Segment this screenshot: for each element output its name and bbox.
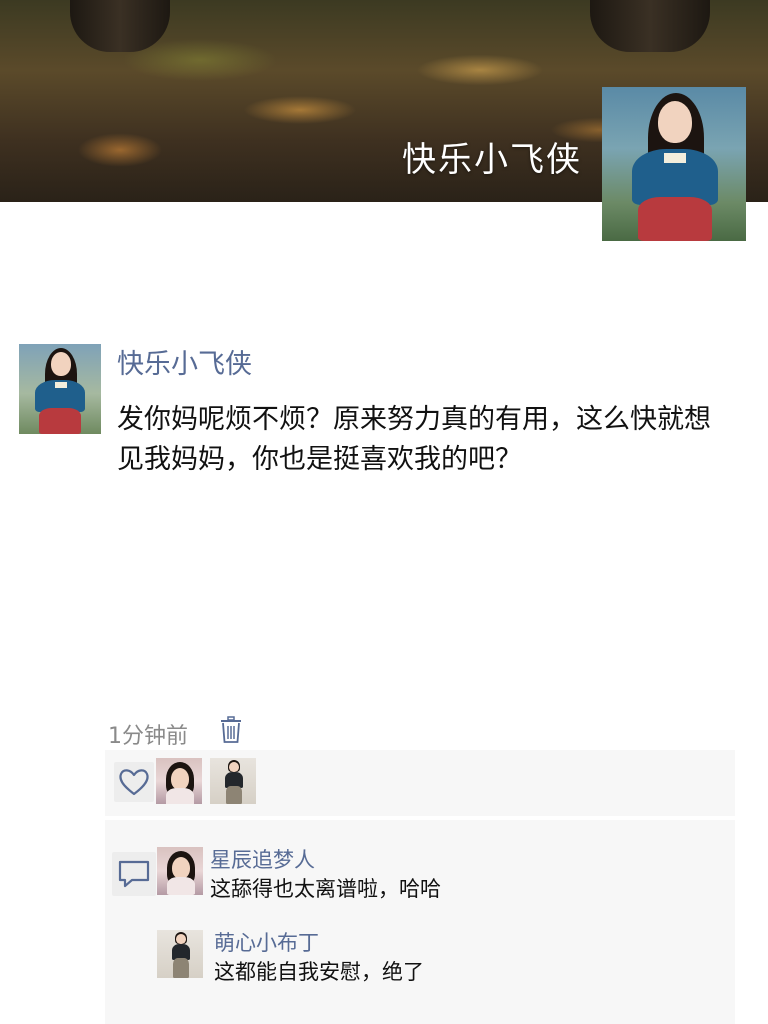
comment-author-name[interactable]: 星辰追梦人 [210, 844, 315, 874]
comment-text: 这都能自我安慰，绝了 [214, 960, 424, 984]
moments-page: 快乐小飞侠 快乐小飞侠 发你妈呢烦不烦？原来努力真的有用，这么快就想见我妈妈，你… [0, 0, 768, 1024]
tree-trunk-decoration [70, 0, 170, 52]
post-author-avatar[interactable] [19, 344, 101, 434]
post-author-name[interactable]: 快乐小飞侠 [117, 342, 252, 381]
comment-author-avatar[interactable] [157, 930, 203, 978]
trash-icon[interactable] [220, 716, 242, 744]
comment-author-name[interactable]: 萌心小布丁 [214, 927, 319, 957]
comment-text: 这舔得也太离谱啦，哈哈 [210, 877, 441, 901]
avatar-portrait [19, 344, 101, 434]
heart-icon[interactable] [114, 762, 154, 802]
comment-author-avatar[interactable] [157, 847, 203, 895]
comment-icon[interactable] [112, 852, 156, 896]
avatar-portrait [602, 87, 746, 241]
post-content: 发你妈呢烦不烦？原来努力真的有用，这么快就想见我妈妈，你也是挺喜欢我的吧？ [117, 404, 711, 475]
post-timestamp: 1分钟前 [108, 724, 188, 749]
cover-username: 快乐小飞侠 [402, 140, 582, 180]
like-avatar[interactable] [156, 758, 202, 804]
profile-avatar[interactable] [602, 87, 746, 241]
like-avatar[interactable] [210, 758, 256, 804]
tree-trunk-decoration [590, 0, 710, 52]
